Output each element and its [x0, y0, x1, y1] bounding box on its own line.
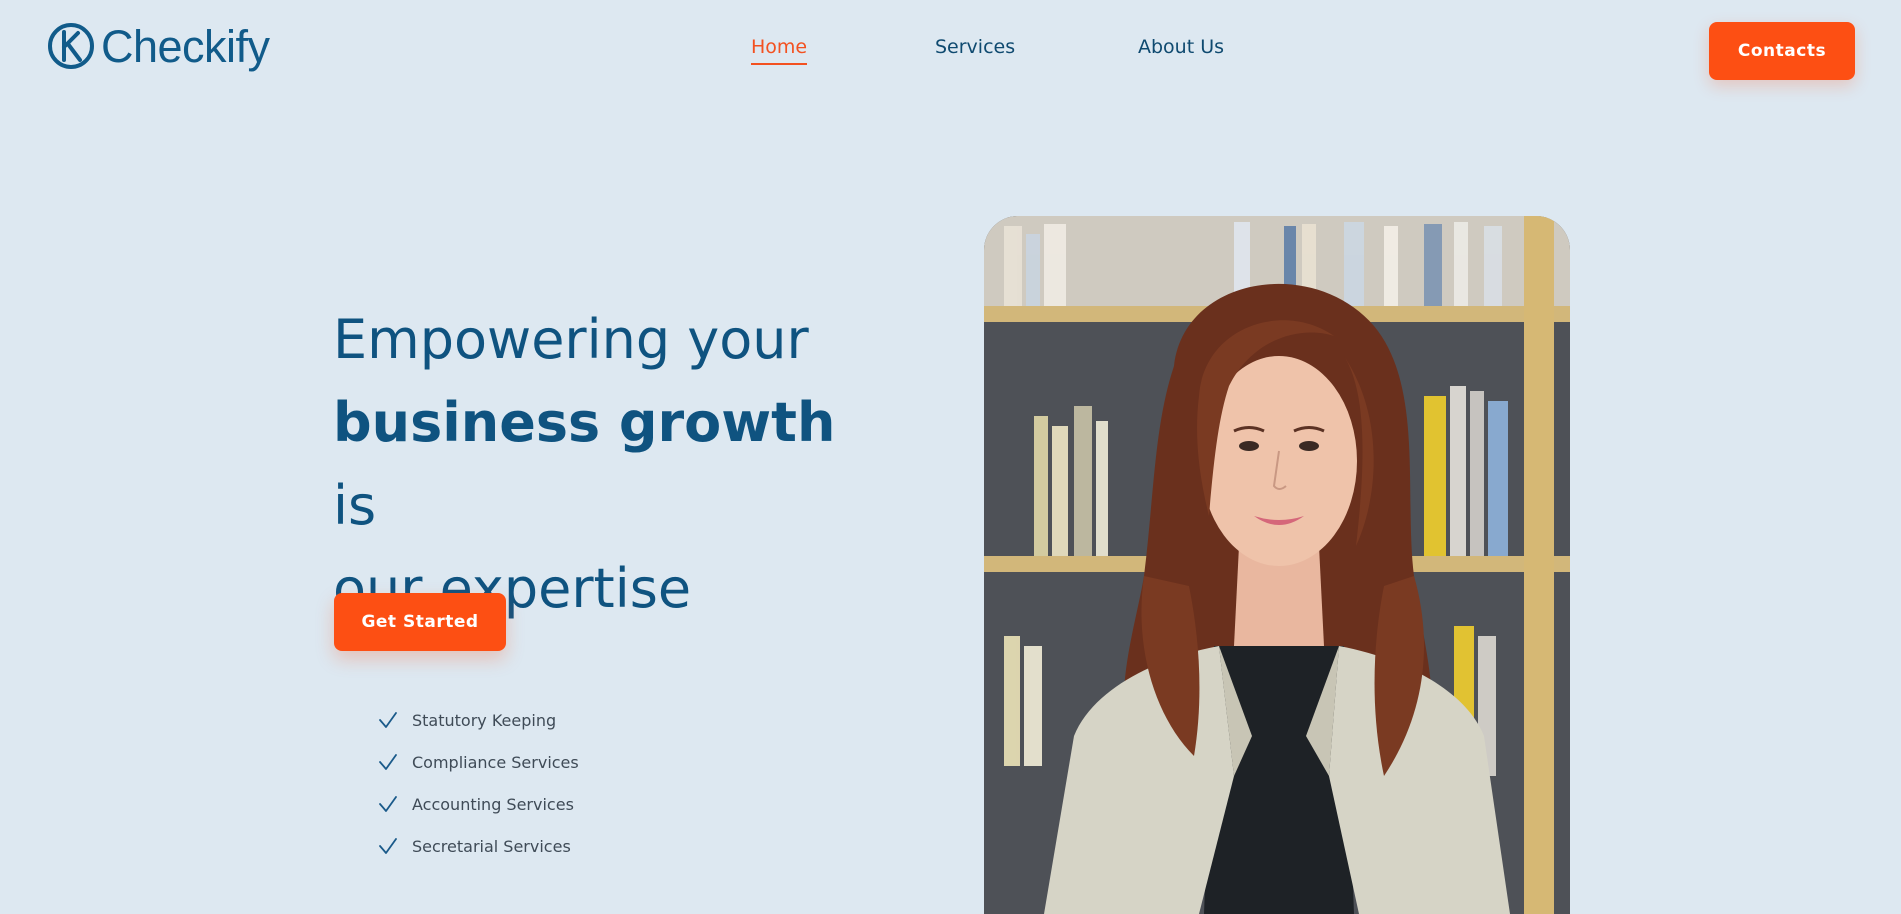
feature-label: Accounting Services: [412, 794, 574, 814]
check-icon: [379, 712, 397, 728]
headline-line1: Empowering your: [333, 308, 809, 371]
portrait-illustration: [984, 216, 1570, 914]
main-nav: Home Services About Us: [0, 36, 1901, 66]
check-icon: [379, 796, 397, 812]
feature-label: Secretarial Services: [412, 836, 571, 856]
headline-bold: business growth: [333, 391, 836, 454]
headline-after-bold: is: [333, 474, 377, 537]
check-icon: [379, 754, 397, 770]
nav-home[interactable]: Home: [751, 36, 808, 65]
check-icon: [379, 838, 397, 854]
nav-services[interactable]: Services: [935, 36, 1015, 63]
hero-headline: Empowering your business growth is our e…: [333, 298, 893, 630]
nav-about-us[interactable]: About Us: [1138, 36, 1224, 63]
feature-item: Statutory Keeping: [378, 699, 579, 741]
contacts-button[interactable]: Contacts: [1709, 22, 1855, 80]
hero-photo: [984, 216, 1570, 914]
feature-label: Statutory Keeping: [412, 710, 557, 730]
feature-item: Secretarial Services: [378, 825, 579, 867]
get-started-button[interactable]: Get Started: [334, 593, 506, 651]
feature-list: Statutory Keeping Compliance Services Ac…: [378, 699, 579, 867]
feature-item: Compliance Services: [378, 741, 579, 783]
feature-item: Accounting Services: [378, 783, 579, 825]
feature-label: Compliance Services: [412, 752, 579, 772]
landing-page: Checkify Home Services About Us Contacts…: [0, 0, 1901, 914]
